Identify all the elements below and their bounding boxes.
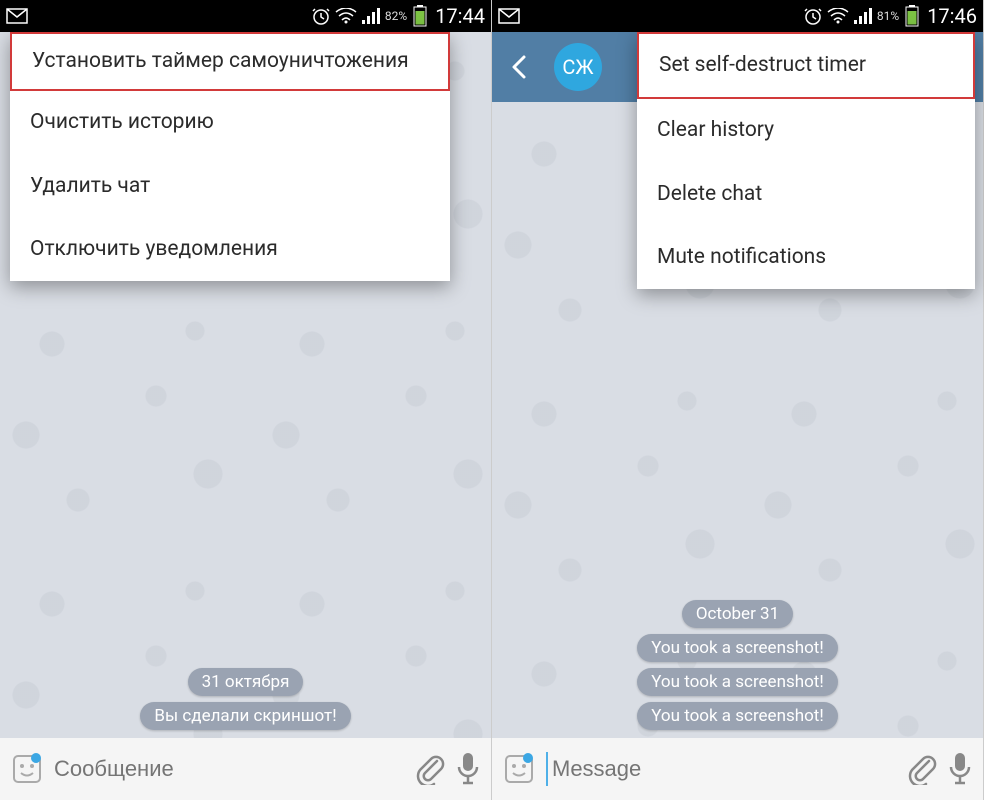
message-input-bar: [492, 738, 983, 800]
wifi-icon: [827, 8, 849, 24]
back-button[interactable]: [506, 53, 534, 81]
mic-icon[interactable]: [455, 751, 481, 787]
statusbar-time: 17:46: [927, 4, 977, 28]
avatar-initials: СЖ: [562, 55, 593, 79]
envelope-icon: [498, 8, 520, 24]
date-pill: 31 октября: [188, 668, 304, 696]
phone-screen-right: 81% 17:46 СЖ October 31 You took a scree…: [492, 0, 984, 800]
battery-percent: 82%: [385, 9, 407, 23]
battery-icon: [905, 5, 919, 27]
menu-item-delete-chat[interactable]: Delete chat: [637, 163, 975, 226]
signal-icon: [361, 8, 381, 24]
options-menu: Установить таймер самоуничтожения Очисти…: [10, 32, 450, 281]
mic-icon[interactable]: [947, 751, 973, 787]
signal-icon: [853, 8, 873, 24]
phone-screen-left: 82% 17:44 31 октября Вы сделали скриншот…: [0, 0, 492, 800]
chat-pills: October 31 You took a screenshot! You to…: [492, 600, 983, 730]
system-pill: You took a screenshot!: [637, 634, 838, 662]
system-pill: Вы сделали скриншот!: [140, 702, 350, 730]
system-pill: You took a screenshot!: [637, 668, 838, 696]
message-input[interactable]: [54, 752, 405, 786]
menu-item-self-destruct[interactable]: Set self-destruct timer: [637, 32, 975, 99]
attach-icon[interactable]: [415, 753, 445, 785]
attach-icon[interactable]: [907, 753, 937, 785]
menu-item-clear-history[interactable]: Clear history: [637, 99, 975, 162]
message-input-bar: [0, 738, 491, 800]
system-pill: You took a screenshot!: [637, 702, 838, 730]
wifi-icon: [335, 8, 357, 24]
menu-item-mute[interactable]: Mute notifications: [637, 226, 975, 289]
message-input[interactable]: [546, 752, 897, 786]
chat-pills: 31 октября Вы сделали скриншот!: [0, 668, 491, 730]
menu-item-clear-history[interactable]: Очистить историю: [10, 91, 450, 154]
battery-percent: 81%: [877, 9, 899, 23]
chat-avatar[interactable]: СЖ: [554, 43, 602, 91]
menu-item-delete-chat[interactable]: Удалить чат: [10, 155, 450, 218]
emoji-icon[interactable]: [10, 752, 44, 786]
envelope-icon: [6, 8, 28, 24]
date-pill: October 31: [682, 600, 793, 628]
emoji-icon[interactable]: [502, 752, 536, 786]
statusbar-time: 17:44: [435, 4, 485, 28]
menu-item-mute[interactable]: Отключить уведомления: [10, 218, 450, 281]
alarm-icon: [311, 6, 331, 26]
statusbar: 82% 17:44: [0, 0, 491, 32]
alarm-icon: [803, 6, 823, 26]
options-menu: Set self-destruct timer Clear history De…: [637, 32, 975, 289]
menu-item-self-destruct[interactable]: Установить таймер самоуничтожения: [10, 32, 450, 91]
statusbar: 81% 17:46: [492, 0, 983, 32]
battery-icon: [413, 5, 427, 27]
